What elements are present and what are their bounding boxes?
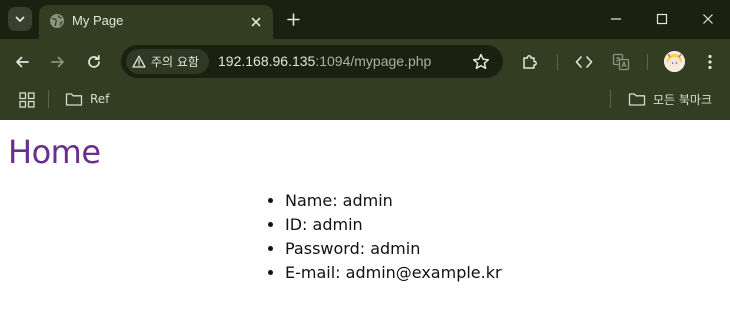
devtools-button[interactable] [572, 50, 596, 74]
list-item-email: E-mail: admin@example.kr [285, 261, 502, 285]
url-host: 192.168.96.135 [218, 53, 316, 69]
tab-close-button[interactable] [247, 13, 265, 31]
globe-icon [50, 14, 64, 28]
page-title: Home [8, 133, 101, 171]
security-chip[interactable]: 주의 요함 [126, 49, 209, 74]
page-viewport: Home Name: admin ID: admin Password: adm… [0, 120, 730, 309]
chevron-down-icon [15, 16, 25, 22]
close-icon [251, 17, 261, 27]
url-text: 192.168.96.135:1094/mypage.php [218, 53, 431, 70]
extensions-button[interactable] [518, 50, 542, 74]
tab-title: My Page [72, 13, 124, 28]
puzzle-icon [523, 55, 537, 69]
translate-icon [612, 53, 630, 71]
bookmarks-bar: Ref 모든 북마크 [0, 84, 730, 120]
tab-search-button[interactable] [8, 7, 32, 31]
bookmark-folder-ref[interactable]: Ref [65, 88, 109, 110]
reload-button[interactable] [82, 50, 106, 74]
new-tab-button[interactable] [282, 8, 304, 30]
list-item-password: Password: admin [285, 237, 502, 261]
toolbar-divider [647, 54, 648, 70]
translate-button[interactable] [609, 50, 633, 74]
close-icon [703, 14, 713, 24]
plus-icon [286, 12, 300, 26]
minimize-icon [611, 18, 621, 20]
bookmark-star-icon[interactable] [471, 52, 491, 72]
folder-icon [65, 92, 83, 106]
browser-toolbar: 주의 요함 192.168.96.135:1094/mypage.php [0, 39, 730, 84]
back-button[interactable] [10, 50, 34, 74]
profile-avatar[interactable] [664, 51, 685, 72]
all-bookmarks-label: 모든 북마크 [653, 92, 713, 107]
bookmarks-divider [610, 90, 611, 108]
menu-button[interactable] [698, 50, 722, 74]
bookmarks-divider [48, 90, 49, 108]
all-bookmarks-folder[interactable]: 모든 북마크 [628, 88, 712, 110]
bookmark-folder-label: Ref [90, 92, 110, 106]
apps-grid-icon[interactable] [18, 91, 36, 109]
list-item-id: ID: admin [285, 213, 502, 237]
warning-icon [132, 55, 146, 68]
user-info-list: Name: admin ID: admin Password: admin E-… [285, 189, 502, 285]
minimize-button[interactable] [599, 6, 633, 32]
security-label: 주의 요함 [151, 55, 199, 69]
tab-strip: My Page [0, 0, 730, 39]
folder-icon [628, 92, 646, 106]
url-path: :1094/mypage.php [315, 53, 432, 69]
arrow-left-icon [16, 56, 29, 68]
close-window-button[interactable] [691, 6, 725, 32]
forward-button[interactable] [46, 50, 70, 74]
arrow-right-icon [51, 56, 64, 68]
address-bar[interactable]: 주의 요함 192.168.96.135:1094/mypage.php [121, 45, 503, 78]
code-icon [575, 56, 593, 68]
tab-my-page[interactable]: My Page [39, 5, 273, 39]
more-vertical-icon [708, 54, 712, 70]
toolbar-divider [557, 54, 558, 70]
profile-avatar-image [664, 51, 685, 72]
reload-icon [88, 54, 100, 68]
list-item-name: Name: admin [285, 189, 502, 213]
maximize-icon [656, 13, 668, 25]
maximize-button[interactable] [645, 6, 679, 32]
